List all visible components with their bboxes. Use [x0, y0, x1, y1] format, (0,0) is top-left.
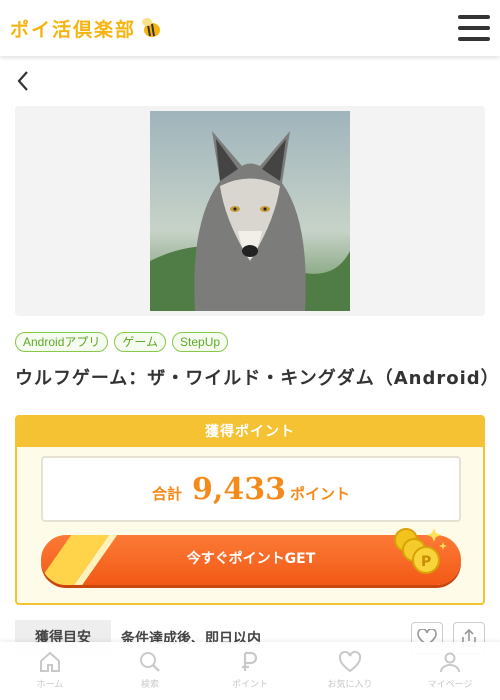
total-unit: ポイント: [289, 485, 350, 503]
tag-android[interactable]: Androidアプリ: [15, 332, 109, 352]
logo-text: ポイ活倶楽部: [10, 18, 137, 41]
search-icon: [140, 652, 160, 672]
app-header: ポイ活倶楽部: [0, 0, 500, 56]
wolf-photo: [150, 111, 350, 311]
offer-title: ウルフゲーム：ザ・ワイルド・キングダム（Android）: [15, 368, 500, 389]
coins-icon: P: [394, 528, 447, 574]
user-icon: [440, 652, 460, 673]
svg-text:P: P: [421, 554, 431, 570]
tag-game[interactable]: ゲーム: [114, 332, 167, 352]
heart-icon: [338, 650, 362, 673]
hamburger-icon[interactable]: [458, 15, 490, 41]
point-icon: [242, 651, 258, 671]
app-hero-image: [15, 106, 485, 316]
bottom-tabbar: ホーム 検索 ポイント お気に入り マイページ: [0, 642, 500, 700]
tag-list: Androidアプリ ゲーム StepUp: [15, 332, 229, 352]
bee-icon: [142, 18, 161, 37]
tab-mypage-label: マイページ: [427, 680, 473, 690]
tab-home-label: ホーム: [36, 680, 64, 690]
home-icon: [40, 651, 60, 672]
total-label: 合計: [152, 485, 183, 503]
tab-mypage[interactable]: マイページ: [402, 642, 498, 700]
tab-search-label: 検索: [140, 680, 159, 690]
tab-favorites[interactable]: お気に入り: [302, 642, 398, 700]
tab-points[interactable]: ポイント: [202, 642, 298, 700]
points-heading: 獲得ポイント: [17, 417, 483, 447]
total-points: 合計 9,433 ポイント: [41, 456, 461, 522]
total-value: 9,433: [192, 472, 286, 507]
site-logo[interactable]: ポイ活倶楽部: [10, 15, 162, 42]
tag-stepup[interactable]: StepUp: [172, 332, 229, 352]
tab-favorites-label: お気に入り: [327, 680, 373, 690]
chevron-left-icon[interactable]: [14, 68, 34, 94]
tab-search[interactable]: 検索: [102, 642, 198, 700]
tab-home[interactable]: ホーム: [2, 642, 98, 700]
tab-points-label: ポイント: [231, 680, 268, 690]
get-points-label: 今すぐポイントGET: [186, 551, 316, 567]
